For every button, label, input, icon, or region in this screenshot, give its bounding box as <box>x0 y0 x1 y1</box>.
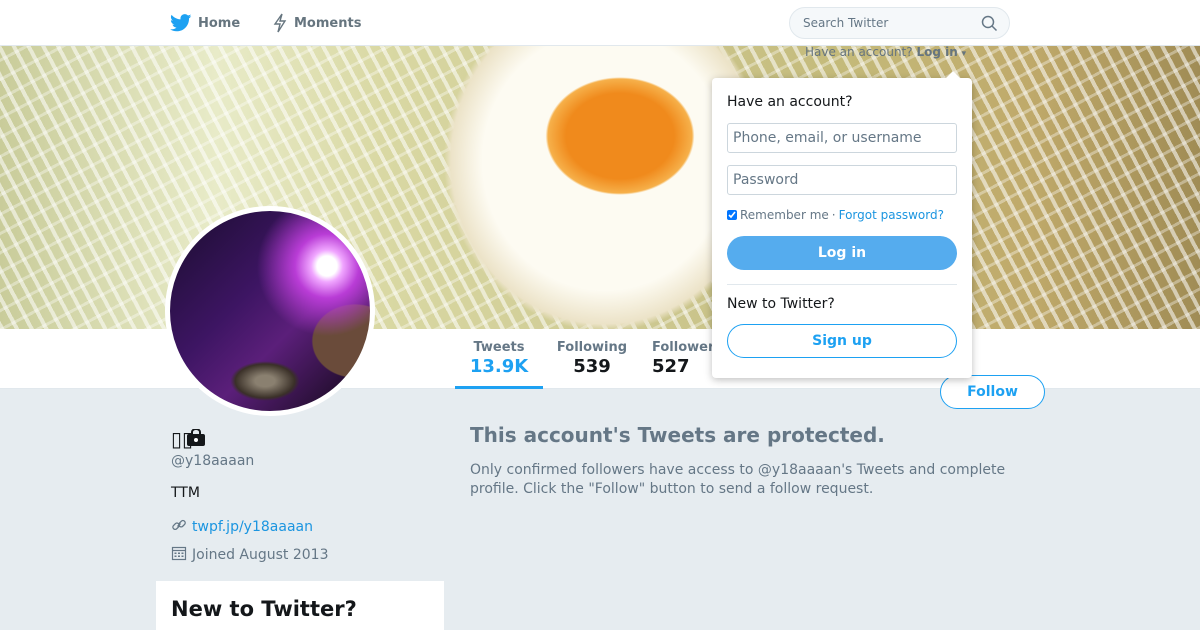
dropdown-caret <box>945 71 961 79</box>
profile-url-link[interactable]: twpf.jp/y18aaaan <box>192 519 313 535</box>
link-icon <box>171 517 187 537</box>
login-hint-text: Have an account? <box>805 45 913 59</box>
remember-me-label[interactable]: Remember me <box>740 208 829 222</box>
stat-following[interactable]: Following 539 <box>553 340 631 377</box>
chevron-down-icon: ▾ <box>961 49 967 59</box>
profile-url-row: twpf.jp/y18aaaan <box>171 517 313 537</box>
login-hint: Have an account? Log in ▾ <box>805 45 966 59</box>
nav-home[interactable]: Home <box>170 0 240 46</box>
avatar[interactable] <box>165 206 375 416</box>
search-icon[interactable] <box>981 15 998 36</box>
login-dropdown-title: Have an account? <box>727 94 853 110</box>
top-navigation-bar: Home Moments <box>0 0 1200 46</box>
search-input[interactable] <box>790 8 970 38</box>
protected-message: Only confirmed followers have access to … <box>470 462 1006 497</box>
login-dropdown: Have an account? Remember me · Forgot pa… <box>712 78 972 378</box>
calendar-icon <box>171 545 187 565</box>
stat-tweets[interactable]: Tweets 13.9K <box>455 340 543 389</box>
password-field[interactable] <box>727 165 957 195</box>
profile-joined-date: Joined August 2013 <box>192 547 329 563</box>
nav-home-label: Home <box>198 15 241 31</box>
twitter-bird-icon <box>170 14 192 32</box>
stat-tweets-value: 13.9K <box>469 356 529 377</box>
moments-bolt-icon <box>272 13 288 33</box>
new-to-twitter-module: New to Twitter? <box>156 581 444 630</box>
forgot-password-link[interactable]: Forgot password? <box>839 208 944 222</box>
login-hint-link[interactable]: Log in <box>916 45 957 59</box>
stat-tweets-label: Tweets <box>473 340 525 355</box>
remember-row: Remember me · Forgot password? <box>727 208 944 222</box>
lock-icon <box>186 428 206 451</box>
username-field[interactable] <box>727 123 957 153</box>
new-to-twitter-label: New to Twitter? <box>727 296 835 312</box>
stat-following-value: 539 <box>573 356 611 377</box>
new-to-twitter-title: New to Twitter? <box>171 597 357 621</box>
nav-moments-label: Moments <box>294 15 362 31</box>
profile-bio: TTM <box>171 485 200 501</box>
signup-button[interactable]: Sign up <box>727 324 957 358</box>
dropdown-divider <box>727 284 957 285</box>
stat-following-label: Following <box>556 340 628 355</box>
login-button[interactable]: Log in <box>727 236 957 270</box>
remember-me-checkbox[interactable] <box>727 210 737 220</box>
profile-join-row: Joined August 2013 <box>171 545 328 565</box>
remember-separator: · <box>831 208 836 222</box>
follow-button[interactable]: Follow <box>940 375 1045 409</box>
search-box <box>789 7 1010 39</box>
profile-handle[interactable]: @y18aaaan <box>171 453 254 469</box>
protected-title: This account's Tweets are protected. <box>470 423 885 447</box>
nav-moments[interactable]: Moments <box>272 0 361 46</box>
